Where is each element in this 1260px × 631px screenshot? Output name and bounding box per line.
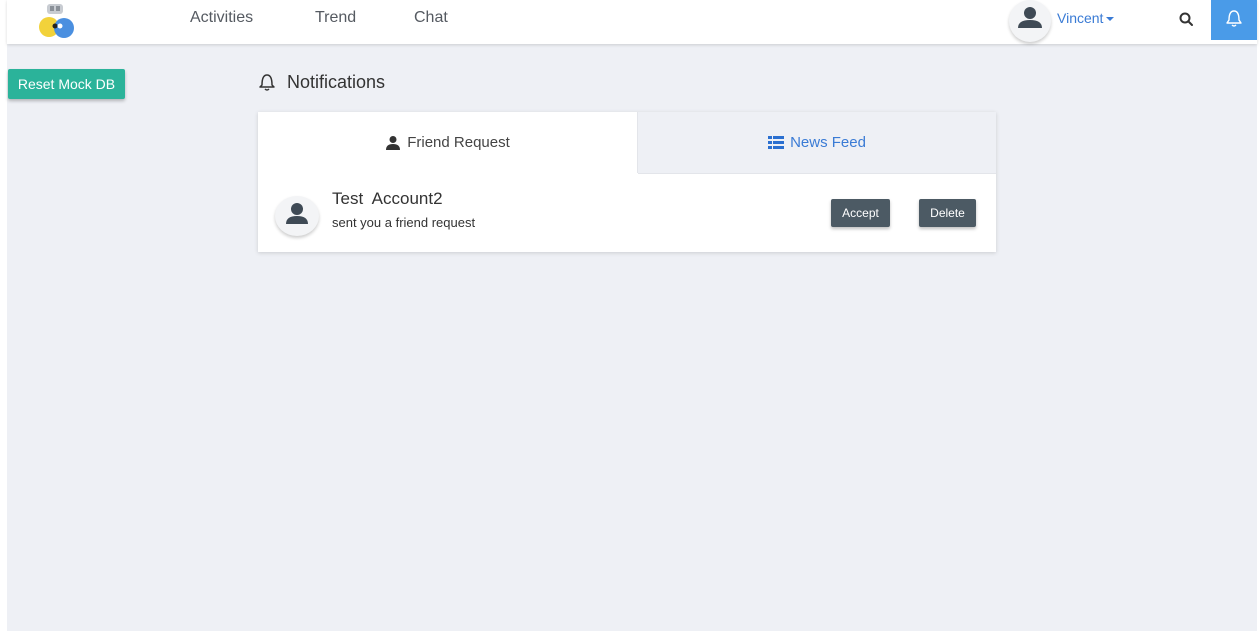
top-navbar: Activities Trend Chat Vincent	[7, 0, 1257, 44]
user-avatar-icon	[286, 203, 308, 224]
profile-avatar[interactable]	[1009, 0, 1051, 42]
bell-outline-icon	[258, 73, 276, 91]
nav-trend[interactable]: Trend	[315, 9, 356, 27]
tab-label: Friend Request	[407, 134, 510, 151]
request-message: sent you a friend request	[332, 215, 476, 230]
tab-news-feed[interactable]: News Feed	[638, 112, 996, 174]
notifications-card: Friend Request News Feed Test Account2 s…	[258, 112, 996, 252]
list-icon	[768, 135, 785, 149]
delete-button[interactable]: Delete	[919, 199, 976, 227]
username-label: Vincent	[1057, 10, 1104, 26]
tab-friend-request[interactable]: Friend Request	[258, 112, 638, 173]
app-background	[7, 8, 1257, 631]
app-logo-icon[interactable]	[31, 4, 81, 40]
user-avatar-icon	[1018, 7, 1042, 28]
search-icon	[1179, 12, 1193, 26]
search-button[interactable]	[1175, 8, 1199, 32]
nav-chat[interactable]: Chat	[414, 9, 448, 27]
user-icon	[386, 135, 401, 150]
nav-activities[interactable]: Activities	[190, 9, 253, 27]
bell-icon	[1226, 10, 1242, 27]
avatar[interactable]	[275, 196, 319, 236]
notifications-button[interactable]	[1211, 0, 1257, 40]
user-menu[interactable]: Vincent	[1057, 10, 1115, 26]
page-title: Notifications	[287, 72, 386, 92]
accept-button[interactable]: Accept	[831, 199, 890, 227]
reset-mock-db-button[interactable]: Reset Mock DB	[8, 69, 125, 99]
tab-label: News Feed	[790, 134, 866, 151]
chevron-down-icon	[1106, 17, 1115, 22]
requester-name[interactable]: Test Account2	[332, 189, 443, 209]
